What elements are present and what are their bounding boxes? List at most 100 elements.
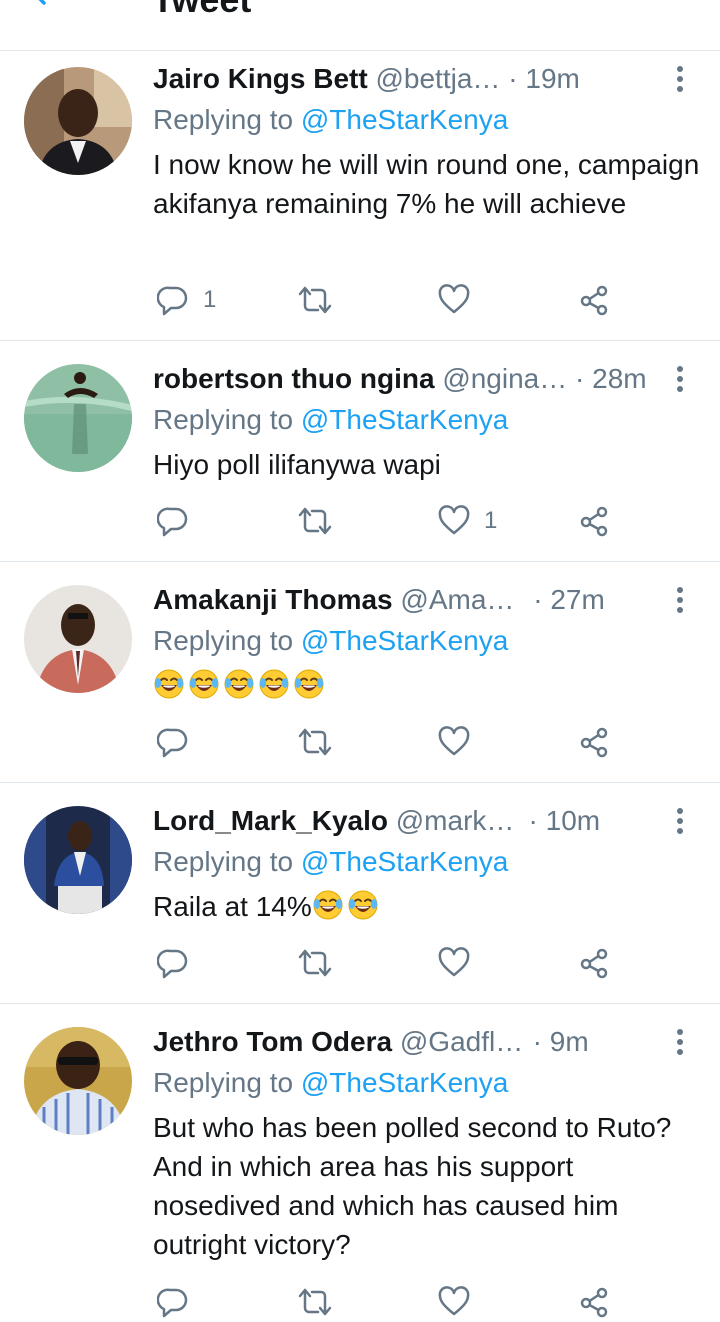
reply-button[interactable]: 1 [157,280,216,320]
retweet-icon [298,728,332,756]
user-handle[interactable]: @Amakan… [400,582,525,618]
retweet-button[interactable] [297,1282,333,1322]
tweet-item[interactable]: robertson thuo ngina @ngina… · 28m Reply… [0,341,720,562]
page-title: Tweet [152,0,251,21]
laughing-emoji-icon [294,669,324,699]
separator: · [532,1026,542,1057]
tweet-header: robertson thuo ngina @ngina… · 28m [153,361,653,397]
reply-button[interactable] [157,722,203,762]
avatar[interactable] [24,67,132,175]
more-icon[interactable] [668,1024,692,1060]
retweet-button[interactable] [297,501,333,541]
laughing-emoji-icon [313,890,343,920]
user-handle[interactable]: @ngina… [442,361,567,397]
tweet-text-content: Raila at 14% [153,891,312,922]
retweet-button[interactable] [297,722,333,762]
tweet-item[interactable]: Jairo Kings Bett @bettjairus · 19m Reply… [0,51,720,341]
user-handle[interactable]: @markkyal… [396,803,521,839]
reply-button[interactable] [157,501,203,541]
replying-to: Replying to @TheStarKenya [153,844,508,880]
emoji-group [153,669,328,701]
tweet-text [153,666,703,705]
tweet-item[interactable]: Lord_Mark_Kyalo @markkyal… · 10m Replyin… [0,783,720,1004]
timestamp: 19m [525,63,580,94]
share-button[interactable] [578,501,610,541]
separator: · [528,805,538,836]
replying-to: Replying to @TheStarKenya [153,102,508,138]
share-button[interactable] [578,1282,610,1322]
tweet-header: Amakanji Thomas @Amakan… · 27m [153,582,653,618]
reply-button[interactable] [157,1282,203,1322]
like-button[interactable] [438,1282,484,1322]
replying-to: Replying to @TheStarKenya [153,623,508,659]
laughing-emoji-icon [259,669,289,699]
more-icon[interactable] [668,61,692,97]
replying-label: Replying to [153,625,294,656]
like-button[interactable]: 1 [438,501,497,541]
display-name[interactable]: Lord_Mark_Kyalo [153,805,388,836]
replying-label: Replying to [153,1067,294,1098]
like-button[interactable] [438,280,484,320]
share-icon [580,506,608,537]
timestamp: 10m [545,805,601,836]
tweet-text: Raila at 14% [153,887,703,926]
share-button[interactable] [578,943,610,983]
like-icon [438,726,470,756]
separator: · [533,584,543,615]
like-icon [438,1286,470,1316]
mention-link[interactable]: @TheStarKenya [301,1067,508,1098]
mention-link[interactable]: @TheStarKenya [301,625,508,656]
tweet-item[interactable]: Amakanji Thomas @Amakan… · 27m Replying … [0,562,720,783]
retweet-icon [298,286,332,314]
avatar[interactable] [24,1027,132,1135]
reply-button[interactable] [157,943,203,983]
like-button[interactable] [438,943,484,983]
mention-link[interactable]: @TheStarKenya [301,104,508,135]
retweet-button[interactable] [297,943,333,983]
avatar[interactable] [24,585,132,693]
like-button[interactable] [438,722,484,762]
laughing-emoji-icon [154,669,184,699]
laughing-emoji-icon [224,669,254,699]
more-icon[interactable] [668,803,692,839]
display-name[interactable]: robertson thuo ngina [153,363,435,394]
mention-link[interactable]: @TheStarKenya [301,846,508,877]
tweet-header: Lord_Mark_Kyalo @markkyal… · 10m [153,803,653,839]
share-button[interactable] [578,722,610,762]
display-name[interactable]: Amakanji Thomas [153,584,393,615]
top-bar: Tweet [0,0,720,51]
retweet-button[interactable] [297,280,333,320]
retweet-icon [298,949,332,977]
replying-label: Replying to [153,404,294,435]
back-arrow-icon[interactable] [26,0,66,12]
user-handle[interactable]: @Gadfly01 [400,1024,525,1060]
mention-link[interactable]: @TheStarKenya [301,404,508,435]
like-icon [438,284,470,314]
reply-icon [157,286,188,316]
more-icon[interactable] [668,582,692,618]
more-icon[interactable] [668,361,692,397]
user-handle[interactable]: @bettjairus [375,61,500,97]
share-icon [580,727,608,758]
retweet-icon [298,1288,332,1316]
avatar[interactable] [24,364,132,472]
replying-to: Replying to @TheStarKenya [153,402,508,438]
avatar[interactable] [24,806,132,914]
laughing-emoji-icon [348,890,378,920]
tweet-header: Jairo Kings Bett @bettjairus · 19m [153,61,653,97]
share-icon [580,285,608,316]
share-button[interactable] [578,280,610,320]
reply-icon [157,1288,188,1318]
reply-count: 1 [203,286,217,313]
share-icon [580,948,608,979]
separator: · [508,63,518,94]
replying-to: Replying to @TheStarKenya [153,1065,508,1101]
share-icon [580,1287,608,1318]
tweet-text: But who has been polled second to Ruto? … [153,1112,672,1260]
timestamp: 27m [550,584,605,615]
tweet-item[interactable]: Jethro Tom Odera @Gadfly01 · 9m Replying… [0,1004,720,1318]
display-name[interactable]: Jethro Tom Odera [153,1026,392,1057]
display-name[interactable]: Jairo Kings Bett [153,63,368,94]
laughing-emoji-icon [189,669,219,699]
tweet-text: I now know he will win round one, campai… [153,149,700,219]
